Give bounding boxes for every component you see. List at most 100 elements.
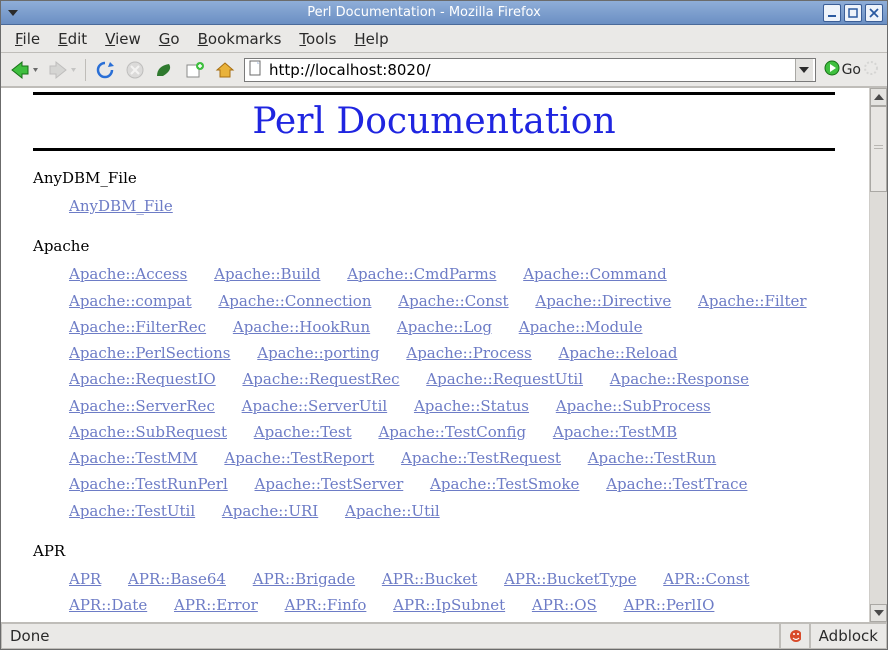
doc-link[interactable]: Apache::TestMB <box>553 423 677 441</box>
doc-link[interactable]: Apache::TestReport <box>224 449 374 467</box>
window-maximize-button[interactable] <box>844 4 862 22</box>
scroll-thumb[interactable] <box>870 106 887 192</box>
doc-link[interactable]: Apache::TestRunPerl <box>69 475 228 493</box>
doc-link[interactable]: Apache::RequestIO <box>69 370 216 388</box>
doc-link[interactable]: Apache::Command <box>523 265 667 283</box>
doc-link[interactable]: Apache::RequestRec <box>242 370 399 388</box>
doc-link[interactable]: APR::IpSubnet <box>393 596 505 614</box>
doc-link[interactable]: Apache::Directive <box>535 292 671 310</box>
content-viewport: Perl Documentation AnyDBM_FileAnyDBM_Fil… <box>1 87 887 623</box>
doc-link[interactable]: Apache::ServerRec <box>69 397 215 415</box>
doc-link[interactable]: Apache::PerlSections <box>69 344 230 362</box>
doc-link[interactable]: APR::Base64 <box>128 570 226 588</box>
section-heading: Apache <box>33 237 835 255</box>
leaf-icon[interactable] <box>152 57 178 83</box>
doc-link[interactable]: Apache::Util <box>345 502 440 520</box>
window-close-button[interactable] <box>865 4 883 22</box>
doc-section: ApacheApache::Access Apache::Build Apach… <box>33 237 835 524</box>
menu-help[interactable]: Help <box>346 28 396 50</box>
doc-link[interactable]: APR::BucketType <box>504 570 636 588</box>
doc-link[interactable]: Apache::compat <box>69 292 192 310</box>
url-history-dropdown[interactable] <box>795 59 813 81</box>
go-button[interactable]: Go <box>842 62 861 78</box>
doc-link[interactable]: Apache::Log <box>397 318 492 336</box>
doc-link[interactable]: Apache::Test <box>254 423 352 441</box>
doc-link[interactable]: Apache::Module <box>519 318 643 336</box>
scroll-track[interactable] <box>870 106 887 604</box>
reload-button[interactable] <box>92 57 118 83</box>
doc-link[interactable]: Apache::TestConfig <box>378 423 526 441</box>
status-face-icon[interactable] <box>780 624 810 649</box>
statusbar: Done Adblock <box>1 623 887 649</box>
link-list: Apache::Access Apache::Build Apache::Cmd… <box>33 261 835 524</box>
doc-link[interactable]: Apache::Response <box>610 370 749 388</box>
back-button[interactable] <box>7 57 41 83</box>
doc-link[interactable]: APR::OS <box>532 596 597 614</box>
doc-link[interactable]: Apache::FilterRec <box>69 318 206 336</box>
rule-under-title <box>33 148 835 151</box>
doc-link[interactable]: Apache::Access <box>69 265 187 283</box>
adblock-button[interactable]: Adblock <box>810 624 887 649</box>
throbber-icon <box>863 60 879 80</box>
doc-link[interactable]: Apache::TestMM <box>69 449 198 467</box>
url-input[interactable] <box>267 60 791 80</box>
stop-button[interactable] <box>122 57 148 83</box>
doc-link[interactable]: Apache::TestTrace <box>606 475 747 493</box>
doc-link[interactable]: Apache::SubRequest <box>69 423 227 441</box>
doc-link[interactable]: APR::Date <box>69 596 147 614</box>
doc-link[interactable]: Apache::Connection <box>218 292 371 310</box>
home-button[interactable] <box>212 57 238 83</box>
doc-link[interactable]: Apache::TestRun <box>588 449 716 467</box>
doc-link[interactable]: Apache::TestRequest <box>401 449 561 467</box>
doc-link[interactable]: Apache::TestServer <box>255 475 404 493</box>
menu-file[interactable]: File <box>7 28 48 50</box>
link-list: APR APR::Base64 APR::Brigade APR::Bucket… <box>33 566 835 622</box>
menu-go[interactable]: Go <box>151 28 188 50</box>
doc-link[interactable]: Apache::porting <box>257 344 379 362</box>
menubar: File Edit View Go Bookmarks Tools Help <box>1 25 887 53</box>
page-icon <box>249 60 263 80</box>
doc-link[interactable]: APR::PerlIO <box>624 596 715 614</box>
doc-link[interactable]: Apache::SubProcess <box>556 397 711 415</box>
doc-link[interactable]: Apache::CmdParms <box>347 265 496 283</box>
scroll-up-button[interactable] <box>870 88 887 106</box>
doc-link[interactable]: APR::Bucket <box>382 570 477 588</box>
url-bar[interactable] <box>244 58 816 82</box>
doc-link[interactable]: Apache::Filter <box>698 292 807 310</box>
doc-section: AnyDBM_FileAnyDBM_File <box>33 169 835 219</box>
menu-tools[interactable]: Tools <box>291 28 344 50</box>
doc-link[interactable]: Apache::URI <box>222 502 318 520</box>
doc-link[interactable]: AnyDBM_File <box>69 197 173 215</box>
doc-link[interactable]: Apache::Build <box>214 265 320 283</box>
doc-link[interactable]: Apache::TestSmoke <box>430 475 579 493</box>
scroll-down-button[interactable] <box>870 604 887 622</box>
doc-link[interactable]: Apache::ServerUtil <box>242 397 388 415</box>
doc-link[interactable]: Apache::Process <box>406 344 531 362</box>
menu-edit[interactable]: Edit <box>50 28 95 50</box>
doc-link[interactable]: Apache::HookRun <box>233 318 370 336</box>
menu-bookmarks[interactable]: Bookmarks <box>190 28 290 50</box>
rule-top <box>33 92 835 95</box>
doc-link[interactable]: Apache::Reload <box>559 344 678 362</box>
doc-link[interactable]: APR::Finfo <box>285 596 367 614</box>
new-tab-button[interactable] <box>182 57 208 83</box>
forward-button[interactable] <box>45 57 79 83</box>
page-content: Perl Documentation AnyDBM_FileAnyDBM_Fil… <box>1 88 869 622</box>
doc-link[interactable]: APR::Brigade <box>253 570 355 588</box>
doc-link[interactable]: APR::Error <box>174 596 258 614</box>
menu-view[interactable]: View <box>97 28 149 50</box>
window-menu-button[interactable] <box>1 10 25 16</box>
doc-link[interactable]: Apache::TestUtil <box>69 502 195 520</box>
doc-link[interactable]: Apache::Const <box>398 292 508 310</box>
doc-section: APRAPR APR::Base64 APR::Brigade APR::Buc… <box>33 542 835 622</box>
status-text: Done <box>1 624 780 649</box>
doc-link[interactable]: Apache::RequestUtil <box>426 370 583 388</box>
doc-link[interactable]: APR::Const <box>663 570 749 588</box>
toolbar-separator <box>85 59 86 81</box>
vertical-scrollbar[interactable] <box>869 88 887 622</box>
doc-link[interactable]: Apache::Status <box>414 397 529 415</box>
window-title: Perl Documentation - Mozilla Firefox <box>25 5 823 20</box>
go-icon[interactable] <box>824 60 840 80</box>
window-minimize-button[interactable] <box>823 4 841 22</box>
doc-link[interactable]: APR <box>69 570 101 588</box>
